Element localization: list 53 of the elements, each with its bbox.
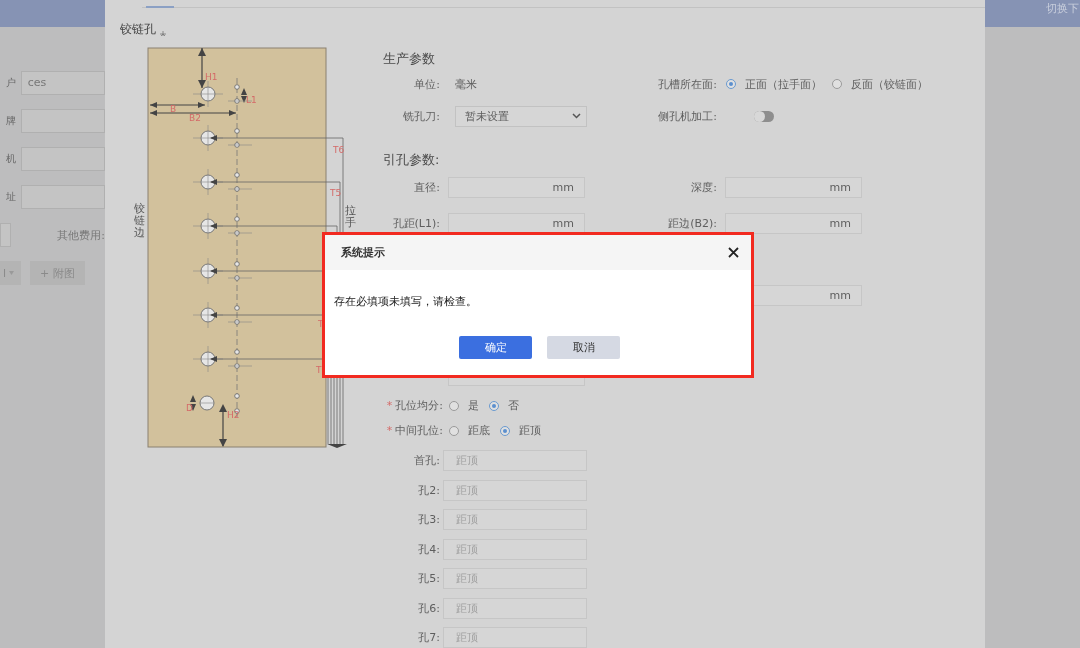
field-label: 孔槽所在面: <box>657 76 718 92</box>
dimension-label: H2 <box>227 410 240 420</box>
field-label: 距边(B2): <box>667 215 718 231</box>
edge-label: 拉手 <box>345 204 356 229</box>
field-label: 单位: <box>413 76 441 92</box>
field-label: 孔2: <box>417 482 441 498</box>
field-label: 牌 <box>4 114 16 128</box>
edge-label: 铰链边 <box>134 202 145 239</box>
field-label: 深度: <box>690 179 718 195</box>
dimension-label: L1 <box>246 95 257 105</box>
dimension-label: T6 <box>333 145 345 155</box>
input-field[interactable]: mm <box>725 212 862 234</box>
section-title: 引孔参数: <box>383 151 441 169</box>
option-label: 距底 <box>468 423 490 438</box>
field-label: 孔3: <box>417 512 441 528</box>
dialog-title: 系统提示 <box>341 245 385 260</box>
dimension-label: B2 <box>189 113 201 123</box>
option-label: 正面（拉手面） <box>745 76 822 92</box>
field-label: 侧孔机加工: <box>657 108 718 124</box>
field-label: 孔5: <box>417 571 441 587</box>
field-label: 孔4: <box>417 541 441 557</box>
option-label: 是 <box>468 398 479 413</box>
field-label: 孔6: <box>417 600 441 616</box>
field-label: 孔7: <box>417 630 441 646</box>
field-label: 户 <box>4 76 16 90</box>
dimension-label: H1 <box>205 72 218 82</box>
field-label: 直径: <box>413 179 441 195</box>
cutter-select[interactable]: 暂未设置 <box>455 105 587 127</box>
dimension-label: T <box>316 365 322 375</box>
input-field[interactable]: mm <box>725 176 862 198</box>
option-label: 距顶 <box>519 423 541 438</box>
dimension-label: B <box>170 104 177 114</box>
input-field[interactable]: mm <box>448 212 585 234</box>
section-title: 生产参数 <box>383 50 436 68</box>
field-label: 址 <box>4 190 16 204</box>
field-label: 机 <box>4 152 16 166</box>
dimension-label: T5 <box>330 188 342 198</box>
option-label: 否 <box>508 398 519 413</box>
input-field[interactable]: ces <box>20 71 105 95</box>
field-label: 铣孔刀: <box>402 108 441 124</box>
dialog-message: 存在必填项未填写，请检查。 <box>333 294 478 309</box>
confirm-button[interactable]: 确定 <box>459 336 532 359</box>
field-label: 其他费用: <box>57 227 105 243</box>
field-label: 孔距(L1): <box>391 215 441 231</box>
input-field[interactable]: mm <box>448 176 585 198</box>
option-label: 反面（铰链面） <box>851 76 928 92</box>
field-label: * 中间孔位: <box>385 423 443 438</box>
cancel-button[interactable]: 取消 <box>547 336 620 359</box>
unit-value: 毫米 <box>455 76 477 92</box>
section-title: 铰链孔 <box>120 21 156 38</box>
field-label: * 孔位均分: <box>385 398 443 413</box>
dimension-label: D <box>186 403 193 413</box>
field-label: 首孔: <box>413 453 441 469</box>
